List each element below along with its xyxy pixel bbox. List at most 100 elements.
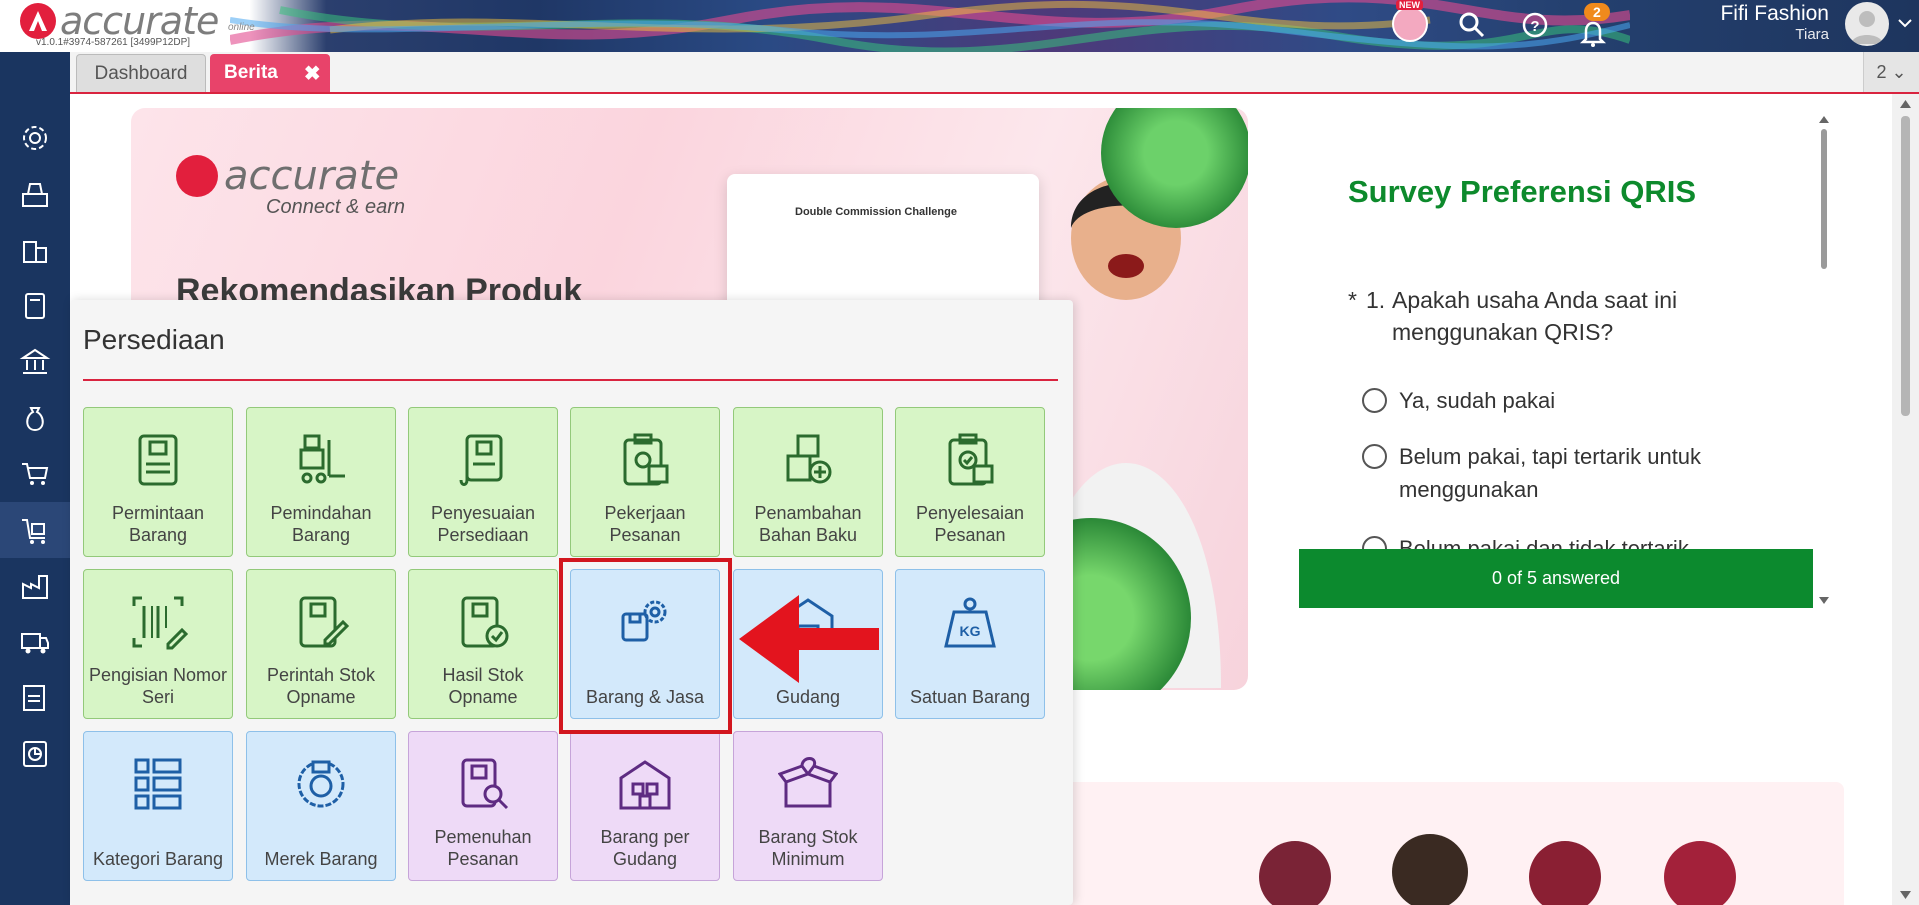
sidebar-item-inventory[interactable] [0, 502, 70, 558]
tab-dashboard-label: Dashboard [94, 62, 188, 84]
tile-penyelesaian-pesanan[interactable]: Penyelesaian Pesanan [895, 407, 1045, 557]
question-number: 1. [1366, 287, 1386, 313]
notification-count-badge: 2 [1584, 3, 1610, 21]
notification-bell-icon[interactable] [1578, 18, 1608, 48]
category-icon [134, 758, 182, 810]
book-icon [25, 293, 45, 319]
tile-hasil-stok-opname[interactable]: Hasil Stok Opname [408, 569, 558, 719]
svg-text:?: ? [1530, 18, 1539, 35]
page-scrollbar[interactable] [1892, 94, 1919, 905]
sidebar [0, 52, 70, 905]
tile-merek-barang[interactable]: Merek Barang [246, 731, 396, 881]
tile-pengisian-nomor-seri[interactable]: Pengisian Nomor Seri [83, 569, 233, 719]
question-text: Apakah usaha Anda saat ini menggunakan Q… [1392, 287, 1678, 345]
sidebar-item-company[interactable] [0, 222, 70, 278]
second-banner[interactable] [1060, 782, 1844, 905]
tab-berita-label: Berita [224, 62, 278, 83]
option-label: Belum pakai, tapi tertarik untuk menggun… [1399, 444, 1702, 502]
money-bag-icon [26, 407, 44, 432]
tile-satuan-barang[interactable]: KG Satuan Barang [895, 569, 1045, 719]
sidebar-item-bank[interactable] [0, 334, 70, 390]
company-info[interactable]: Fifi Fashion Tiara [1720, 2, 1829, 44]
survey-scrollbar[interactable] [1818, 115, 1830, 605]
sidebar-item-ledger[interactable] [0, 278, 70, 334]
highlight-box [559, 558, 732, 734]
clipboard-check-icon [948, 433, 994, 486]
banner-brand: accurate [224, 153, 400, 199]
tile-penyesuaian-persediaan[interactable]: Penyesuaian Persediaan [408, 407, 558, 557]
sidebar-item-settings[interactable] [0, 110, 70, 166]
radio-button[interactable] [1362, 388, 1387, 413]
tile-permintaan-barang[interactable]: Permintaan Barang [83, 407, 233, 557]
tile-pekerjaan-pesanan[interactable]: Pekerjaan Pesanan [570, 407, 720, 557]
required-marker: * [1348, 287, 1357, 313]
tab-dashboard[interactable]: Dashboard [76, 54, 206, 92]
version-label: v1.0.1#3974-587261 [3499P12DP] [36, 37, 191, 48]
logo-text: accurate [60, 0, 219, 43]
app-logo[interactable]: accurate [20, 0, 219, 43]
tile-label: Satuan Barang [909, 687, 1031, 707]
doc-check-icon [461, 596, 509, 648]
tile-label: Barang per Gudang [600, 827, 690, 869]
new-feature-button[interactable] [1392, 6, 1428, 42]
sidebar-item-money[interactable] [0, 390, 70, 446]
cart-icon [22, 463, 49, 485]
survey-option[interactable]: Ya, sudah pakai [1362, 384, 1555, 417]
sidebar-item-reports[interactable] [0, 726, 70, 782]
new-tag: NEW [1396, 0, 1423, 10]
tile-pemenuhan-pesanan[interactable]: Pemenuhan Pesanan [408, 731, 558, 881]
sidebar-item-assets[interactable] [0, 614, 70, 670]
survey-widget: Survey Preferensi QRIS * 1. Apakah usaha… [1296, 108, 1819, 608]
chevron-down-icon[interactable] [1898, 18, 1912, 28]
sidebar-item-sales[interactable] [0, 446, 70, 502]
doc-search-icon [461, 758, 509, 810]
clipboard-gear-icon [623, 433, 669, 486]
tile-label: Permintaan Barang [111, 503, 205, 545]
building-icon [23, 241, 47, 263]
banner-subtitle: Connect & earn [266, 196, 405, 218]
sidebar-item-tax[interactable] [0, 670, 70, 726]
tile-label: Pengisian Nomor Seri [88, 665, 228, 707]
avatar[interactable] [1845, 2, 1889, 46]
adjust-doc-icon [459, 434, 503, 486]
survey-progress-bar: 0 of 5 answered [1299, 549, 1813, 608]
bank-icon [19, 348, 51, 374]
tile-perintah-stok-opname[interactable]: Perintah Stok Opname [246, 569, 396, 719]
tile-label: Pekerjaan Pesanan [604, 503, 686, 545]
tile-penambahan-bahan-baku[interactable]: Penambahan Bahan Baku [733, 407, 883, 557]
banner-mock-title: Double Commission Challenge [795, 206, 957, 218]
user-name: Tiara [1795, 26, 1829, 43]
tile-barang-per-gudang[interactable]: Barang per Gudang [570, 731, 720, 881]
factory-icon [22, 575, 48, 599]
tab-berita[interactable]: Berita ✖ [210, 54, 330, 92]
banner-logo-mark-icon [176, 155, 218, 197]
tile-barang-stok-minimum[interactable]: Barang Stok Minimum [733, 731, 883, 881]
survey-option[interactable]: Belum pakai, tapi tertarik untuk menggun… [1362, 440, 1762, 506]
tile-label: Merek Barang [264, 849, 378, 869]
weight-icon: KG [944, 597, 996, 648]
annotation-arrow-icon [739, 595, 879, 683]
logo-online-label: online [228, 22, 255, 33]
tile-label: Hasil Stok Opname [442, 665, 524, 707]
tab-count-dropdown[interactable]: 2 ⌄ [1863, 52, 1919, 92]
close-icon[interactable]: ✖ [304, 61, 321, 86]
tile-label: Penambahan Bahan Baku [754, 503, 862, 545]
tile-label: Pemenuhan Pesanan [434, 827, 532, 869]
truck-icon [21, 633, 49, 654]
search-icon[interactable] [1457, 10, 1487, 40]
brand-badge-icon [297, 760, 345, 808]
radio-button[interactable] [1362, 444, 1387, 469]
open-box-icon [778, 757, 838, 808]
report-chart-icon [23, 741, 47, 767]
tile-pemindahan-barang[interactable]: Pemindahan Barang [246, 407, 396, 557]
box-plus-icon [786, 434, 832, 484]
survey-title: Survey Preferensi QRIS [1348, 174, 1697, 209]
inventory-cart-icon [22, 519, 45, 544]
tile-label: Penyelesaian Pesanan [915, 503, 1025, 545]
sidebar-item-cashier[interactable] [0, 166, 70, 222]
tile-kategori-barang[interactable]: Kategori Barang [83, 731, 233, 881]
help-icon[interactable]: ? [1520, 10, 1550, 40]
banner-people-image [1259, 834, 1736, 905]
sidebar-item-production[interactable] [0, 558, 70, 614]
tile-label: Barang Stok Minimum [758, 827, 858, 869]
